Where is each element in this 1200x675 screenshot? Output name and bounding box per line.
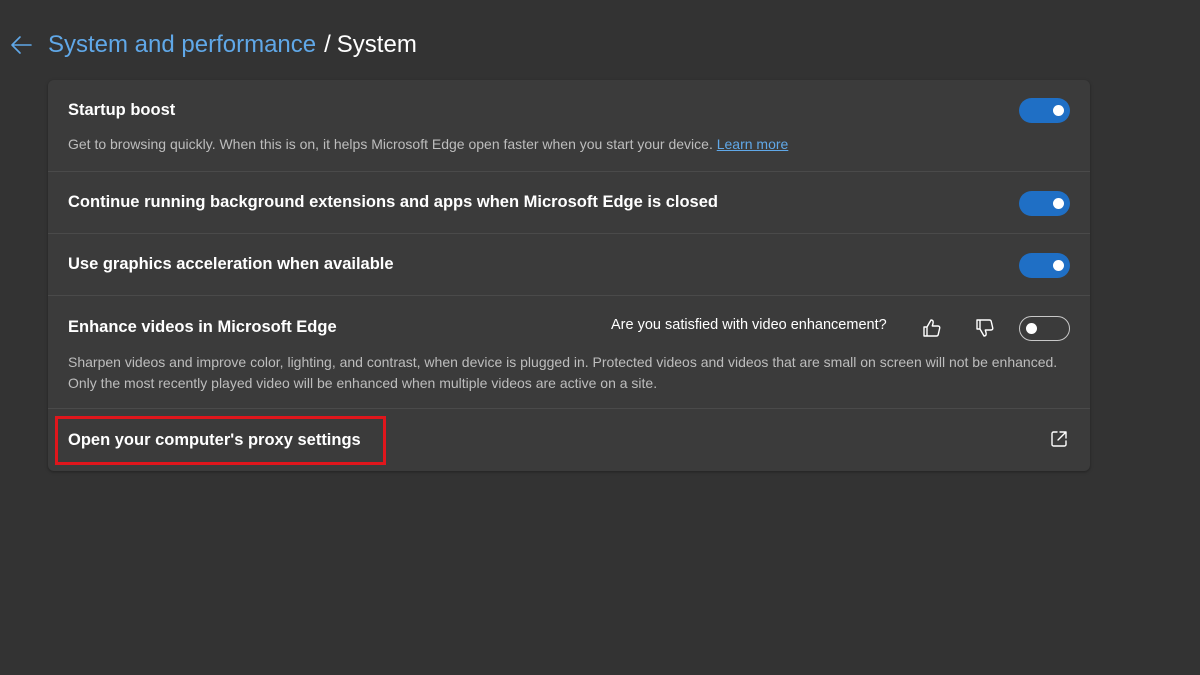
toggle-knob (1053, 260, 1064, 271)
background-extensions-title: Continue running background extensions a… (68, 193, 718, 211)
arrow-left-icon (11, 36, 32, 54)
startup-boost-toggle[interactable] (1019, 98, 1070, 123)
enhance-videos-toggle[interactable] (1019, 316, 1070, 341)
setting-row-enhance-videos: Enhance videos in Microsoft Edge Are you… (48, 296, 1090, 409)
page-title: System (336, 31, 417, 58)
startup-boost-description-text: Get to browsing quickly. When this is on… (68, 136, 713, 152)
external-link-icon[interactable] (1049, 429, 1069, 449)
toggle-knob (1026, 322, 1037, 334)
video-enhancement-feedback-question: Are you satisfied with video enhancement… (611, 317, 887, 333)
graphics-acceleration-toggle[interactable] (1019, 253, 1070, 278)
breadcrumb-separator: / (324, 31, 331, 58)
enhance-videos-description: Sharpen videos and improve color, lighti… (68, 354, 1058, 391)
startup-boost-title: Startup boost (68, 101, 176, 119)
setting-row-startup-boost: Startup boost Get to browsing quickly. W… (48, 80, 1090, 172)
thumbs-up-icon[interactable] (921, 317, 943, 339)
back-button[interactable] (8, 32, 34, 58)
setting-row-background-extensions: Continue running background extensions a… (48, 172, 1090, 234)
setting-row-graphics-acceleration: Use graphics acceleration when available (48, 234, 1090, 296)
settings-page: System and performance / System Startup … (0, 0, 1200, 675)
thumbs-down-icon[interactable] (974, 317, 996, 339)
toggle-knob (1053, 198, 1064, 209)
highlight-annotation-box (55, 416, 386, 465)
startup-boost-description: Get to browsing quickly. When this is on… (68, 134, 1078, 155)
graphics-acceleration-title: Use graphics acceleration when available (68, 255, 394, 273)
breadcrumb-parent-link[interactable]: System and performance (48, 31, 316, 59)
settings-card: Startup boost Get to browsing quickly. W… (48, 80, 1090, 471)
breadcrumb: System and performance / System (8, 28, 417, 62)
toggle-knob (1053, 105, 1064, 116)
background-extensions-toggle[interactable] (1019, 191, 1070, 216)
learn-more-link[interactable]: Learn more (717, 136, 789, 152)
enhance-videos-title: Enhance videos in Microsoft Edge (68, 318, 337, 336)
